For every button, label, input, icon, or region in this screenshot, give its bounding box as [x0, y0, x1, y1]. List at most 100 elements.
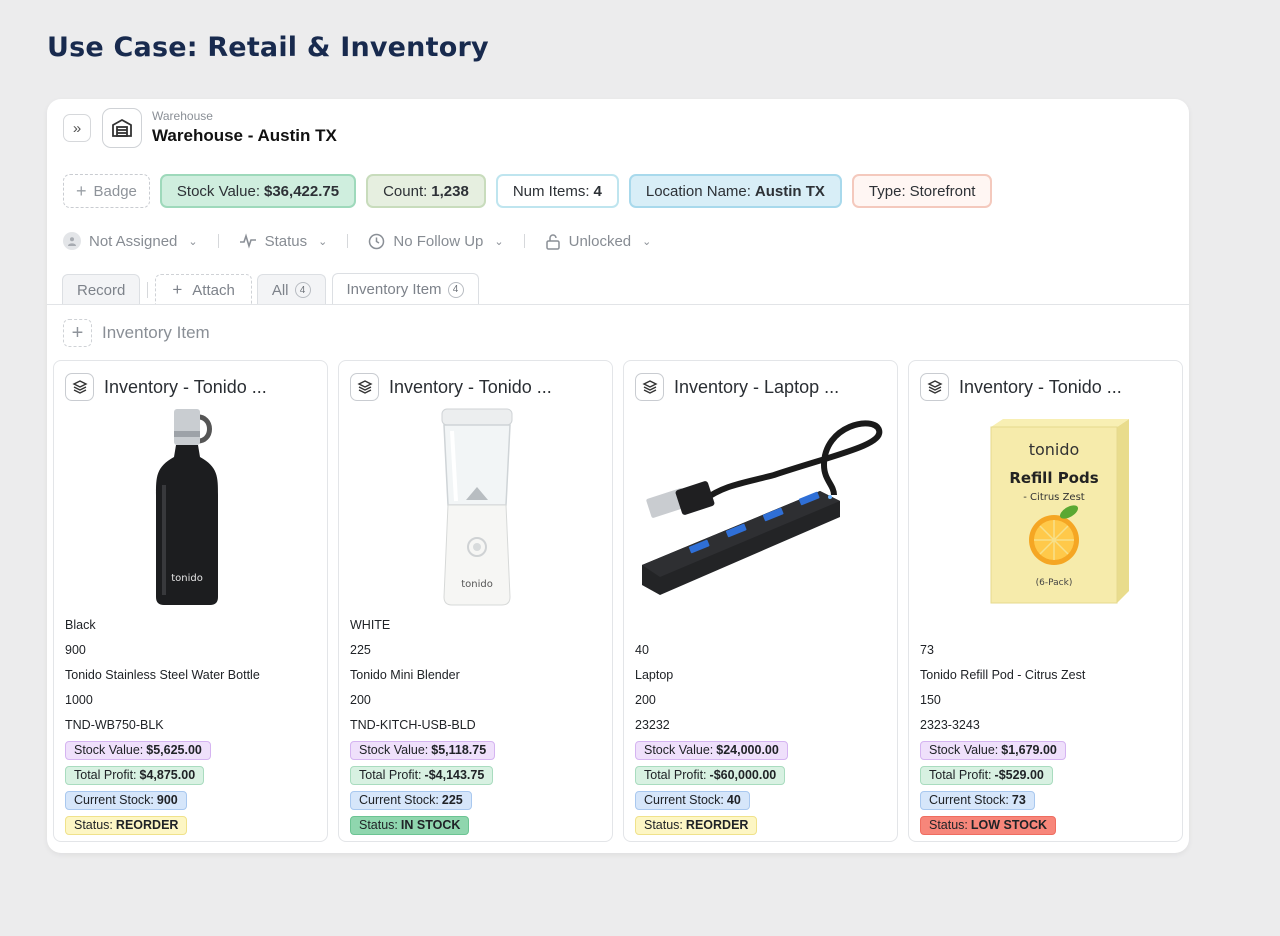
add-badge-button[interactable]: + Badge [63, 174, 150, 208]
assignee-label: Not Assigned [89, 232, 178, 250]
stock-value-pill: Stock Value: $1,679.00 [920, 741, 1066, 760]
stock-value-pill: Stock Value: $5,625.00 [65, 741, 211, 760]
field-quantity: 40 [635, 643, 649, 657]
badge-label: Location Name: [645, 182, 751, 200]
tab-divider-line [47, 304, 1189, 305]
stock-value-pill: Stock Value: $24,000.00 [635, 741, 788, 760]
badge-label: Count: [383, 182, 428, 200]
card-header: Inventory - Tonido ... [350, 373, 552, 401]
status-pill: Status: REORDER [65, 816, 188, 835]
box-pack-text: (6-Pack) [1035, 578, 1072, 588]
product-image-usb-hub [624, 405, 899, 610]
card-fields: Black 900 Tonido Stainless Steel Water B… [65, 613, 260, 838]
num-items-badge[interactable]: Num Items: 4 [495, 174, 619, 208]
field-sku: 2323-3243 [920, 718, 980, 732]
follow-up-label: No Follow Up [393, 232, 484, 250]
field-quantity: 73 [920, 643, 934, 657]
field-quantity: 900 [65, 643, 86, 657]
tab-label: Record [77, 281, 126, 299]
tab-label: Inventory Item [346, 281, 442, 298]
filter-bar: Not Assigned ⌄ Status ⌄ No Follow Up ⌄ U… [63, 232, 651, 250]
badge-label: Num Items: [512, 182, 590, 200]
card-title: Inventory - Tonido ... [959, 376, 1122, 397]
field-number: 150 [920, 693, 941, 707]
clock-icon [369, 233, 385, 249]
expand-sidebar-button[interactable]: » [63, 114, 91, 142]
current-stock-pill: Current Stock: 73 [920, 791, 1035, 810]
field-sku: 23232 [635, 718, 670, 732]
chevron-down-icon: ⌄ [494, 235, 504, 248]
total-profit-pill: Total Profit: -$60,000.00 [635, 766, 786, 785]
chevron-down-icon: ⌄ [188, 235, 198, 248]
tab-label: Attach [192, 281, 235, 299]
stock-value-pill: Stock Value: $5,118.75 [350, 741, 496, 760]
count-badge[interactable]: Count: 1,238 [366, 174, 486, 208]
card-header: Inventory - Tonido ... [65, 373, 267, 401]
garage-icon [102, 108, 142, 148]
badge-bar: + Badge Stock Value: $36,422.75 Count: 1… [63, 174, 993, 208]
follow-up-dropdown[interactable]: No Follow Up ⌄ [368, 232, 504, 250]
badge-value: 4 [593, 182, 602, 200]
tab-inventory-item[interactable]: Inventory Item 4 [331, 273, 479, 305]
chevron-down-icon: ⌄ [318, 235, 328, 248]
bottle-brand-mark: tonido [171, 573, 203, 584]
user-avatar-icon [63, 232, 81, 250]
divider [347, 234, 349, 248]
badge-value: $36,422.75 [264, 182, 340, 200]
stock-value-badge[interactable]: Stock Value: $36,422.75 [159, 174, 357, 208]
card-header: Inventory - Tonido ... [920, 373, 1122, 401]
layers-icon [635, 373, 664, 401]
assignee-dropdown[interactable]: Not Assigned ⌄ [63, 232, 198, 250]
tab-all[interactable]: All 4 [256, 274, 326, 305]
product-image-refill-pods: tonido Refill Pods - Citrus Zest (6-Pack… [909, 405, 1184, 610]
field-product-name: Laptop [635, 668, 674, 682]
tab-attach[interactable]: + Attach [155, 274, 252, 305]
record-title: Warehouse - Austin TX [152, 126, 337, 145]
inventory-card[interactable]: Inventory - Tonido ... tonido WHITE 225 [338, 360, 613, 842]
card-title: Inventory - Tonido ... [389, 376, 552, 397]
status-dropdown[interactable]: Status ⌄ [239, 232, 328, 250]
record-type-label: Warehouse [152, 109, 213, 123]
type-badge[interactable]: Type: Storefront [851, 174, 993, 208]
badge-label: Stock Value: [176, 182, 260, 200]
total-profit-pill: Total Profit: $4,875.00 [65, 766, 205, 785]
lock-label: Unlocked [568, 232, 632, 250]
inventory-card[interactable]: Inventory - Tonido ... tonido Refill Pod… [908, 360, 1183, 842]
inventory-card-list: Inventory - Tonido ... tonido Black 900 … [53, 360, 1183, 842]
status-pill: Status: LOW STOCK [920, 816, 1057, 835]
badge-label: Type: [868, 182, 906, 200]
inventory-card[interactable]: Inventory - Laptop ... 40 Laptop 200 232… [623, 360, 898, 842]
tab-record[interactable]: Record [62, 274, 141, 305]
current-stock-pill: Current Stock: 40 [635, 791, 750, 810]
field-quantity: 225 [350, 643, 371, 657]
inventory-card[interactable]: Inventory - Tonido ... tonido Black 900 … [53, 360, 328, 842]
divider [523, 234, 525, 248]
activity-icon [239, 233, 256, 249]
plus-icon: + [63, 319, 92, 347]
double-chevron-right-icon: » [72, 119, 82, 137]
add-inventory-item-label: Inventory Item [102, 323, 210, 342]
layers-icon [350, 373, 379, 401]
divider [217, 234, 219, 248]
tab-count: 4 [447, 281, 464, 298]
divider [147, 282, 149, 298]
badge-value: Storefront [909, 182, 976, 200]
box-subtitle-text: - Citrus Zest [1023, 492, 1085, 503]
product-image-blender: tonido [339, 405, 614, 610]
add-badge-label: Badge [93, 182, 137, 200]
plus-icon: + [172, 280, 183, 299]
card-fields: 73 Tonido Refill Pod - Citrus Zest 150 2… [920, 638, 1085, 838]
status-pill: Status: REORDER [635, 816, 758, 835]
location-name-badge[interactable]: Location Name: Austin TX [628, 174, 842, 208]
add-inventory-item-button[interactable]: + Inventory Item [63, 319, 210, 347]
card-fields: 40 Laptop 200 23232 Stock Value: $24,000.… [635, 638, 788, 838]
card-title: Inventory - Laptop ... [674, 376, 840, 397]
layers-icon [65, 373, 94, 401]
status-label: Status [264, 232, 308, 250]
status-pill: Status: IN STOCK [350, 816, 470, 835]
total-profit-pill: Total Profit: -$529.00 [920, 766, 1053, 785]
field-number: 200 [635, 693, 656, 707]
tab-bar: Record + Attach All 4 Inventory Item 4 [62, 273, 479, 305]
lock-dropdown[interactable]: Unlocked ⌄ [545, 232, 651, 250]
box-title-text: Refill Pods [1009, 469, 1098, 487]
